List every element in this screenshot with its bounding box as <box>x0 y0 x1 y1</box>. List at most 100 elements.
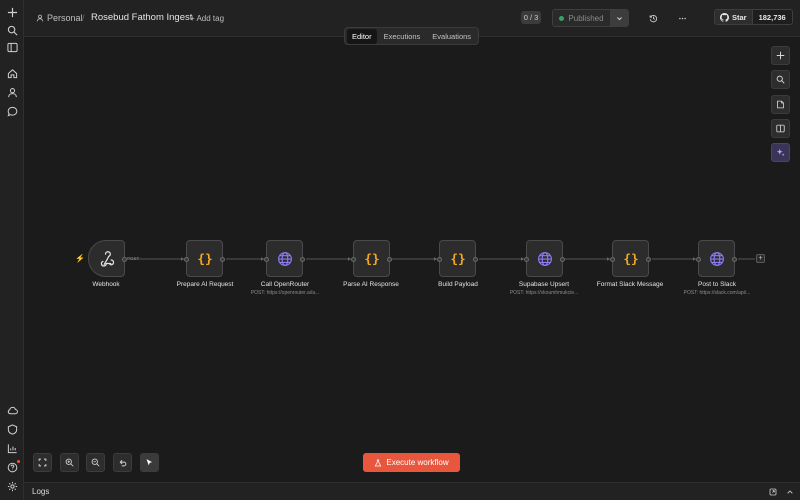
node-format-slack-message[interactable]: {} <box>610 240 651 277</box>
output-port[interactable] <box>387 257 392 262</box>
input-port[interactable] <box>351 257 356 262</box>
node-webhook[interactable] <box>88 240 127 277</box>
undo-icon <box>119 459 127 467</box>
templates-icon[interactable] <box>3 420 21 438</box>
publish-dropdown-button[interactable] <box>610 10 628 26</box>
node-call-openrouter[interactable] <box>264 240 305 277</box>
breadcrumb-project[interactable]: Personal <box>36 12 83 24</box>
sidebar-panel-icon <box>776 124 785 133</box>
sparkle-icon <box>776 148 785 157</box>
zoom-out-icon <box>91 458 100 467</box>
svg-text:{}: {} <box>450 252 465 267</box>
popout-icon <box>769 488 776 495</box>
node-parse-ai-response[interactable]: {} <box>351 240 392 277</box>
globe-icon <box>537 251 552 266</box>
input-port[interactable] <box>184 257 189 262</box>
settings-icon[interactable] <box>3 477 21 495</box>
logs-expand-button[interactable] <box>784 486 795 497</box>
cloud-icon[interactable] <box>3 401 21 419</box>
note-icon <box>777 100 784 109</box>
flask-icon <box>375 459 382 466</box>
zoom-in-button[interactable] <box>60 453 79 472</box>
help-icon[interactable] <box>3 458 21 476</box>
output-port[interactable] <box>646 257 651 262</box>
svg-text:{}: {} <box>364 252 379 267</box>
node-subtitle: POST: https://openrouter.ai/a... <box>250 290 320 296</box>
add-icon[interactable] <box>3 3 21 21</box>
fit-view-button[interactable] <box>33 453 52 472</box>
more-options-button[interactable] <box>675 11 689 25</box>
left-sidebar <box>0 0 24 500</box>
breadcrumb-separator: / <box>82 13 85 23</box>
home-icon[interactable] <box>3 64 21 82</box>
node-label: Call OpenRouter <box>260 281 310 288</box>
chevron-down-icon <box>616 16 622 20</box>
user-icon <box>36 14 44 22</box>
node-label: Post to Slack <box>698 281 736 288</box>
execute-workflow-button[interactable]: Execute workflow <box>363 453 460 472</box>
zoom-in-icon <box>65 458 74 467</box>
zoom-out-button[interactable] <box>86 453 105 472</box>
toggle-panel-button[interactable] <box>771 119 790 138</box>
output-port[interactable] <box>560 257 565 262</box>
input-port[interactable] <box>264 257 269 262</box>
output-port[interactable] <box>220 257 225 262</box>
history-button[interactable] <box>646 11 660 25</box>
node-subtitle: POST: https://slack.com/api/... <box>683 290 751 296</box>
logs-popout-button[interactable] <box>767 486 778 497</box>
publish-button[interactable]: Published <box>553 10 610 26</box>
github-star-button[interactable]: Star 182,736 <box>714 9 793 25</box>
select-mode-button[interactable] <box>140 453 159 472</box>
chevron-up-icon <box>786 489 793 494</box>
version-counter: 0 / 3 <box>521 11 541 24</box>
search-icon <box>776 75 785 84</box>
node-build-payload[interactable]: {} <box>437 240 478 277</box>
input-port[interactable] <box>524 257 529 262</box>
output-port[interactable] <box>732 257 737 262</box>
output-port[interactable] <box>300 257 305 262</box>
search-icon[interactable] <box>3 21 21 39</box>
panel-toggle-icon[interactable] <box>3 38 21 56</box>
svg-text:{}: {} <box>623 252 638 267</box>
sticky-note-button[interactable] <box>771 95 790 114</box>
github-icon <box>720 12 729 22</box>
more-horizontal-icon <box>678 17 686 19</box>
notification-dot <box>17 460 20 463</box>
plus-icon <box>776 51 785 60</box>
cursor-icon <box>146 459 153 466</box>
workflow-canvas[interactable] <box>24 37 800 482</box>
history-icon <box>649 14 657 22</box>
output-port[interactable] <box>473 257 478 262</box>
add-node-button[interactable]: + <box>756 254 765 263</box>
input-port[interactable] <box>696 257 701 262</box>
search-nodes-button[interactable] <box>771 70 790 89</box>
workflow-name[interactable]: Rosebud Fathom Ingest <box>91 12 192 24</box>
output-port[interactable] <box>122 257 127 262</box>
globe-icon <box>277 251 292 266</box>
add-tag-button[interactable]: + Add tag <box>190 13 224 25</box>
logs-title: Logs <box>32 487 50 496</box>
input-port[interactable] <box>610 257 615 262</box>
status-dot <box>559 15 565 21</box>
github-star-count: 182,736 <box>751 10 792 24</box>
svg-text:{}: {} <box>197 252 212 267</box>
code-braces-icon: {} <box>623 252 638 267</box>
insights-icon[interactable] <box>3 439 21 457</box>
input-port[interactable] <box>437 257 442 262</box>
chat-icon[interactable] <box>3 102 21 120</box>
undo-button[interactable] <box>113 453 132 472</box>
node-prepare-ai-request[interactable]: {} <box>184 240 225 277</box>
trigger-bolt-icon: ⚡ <box>75 254 85 263</box>
webhook-method-label: POST <box>127 256 140 261</box>
logs-panel-bar[interactable]: Logs <box>24 482 800 500</box>
project-name: Personal <box>47 13 83 23</box>
user-icon[interactable] <box>3 83 21 101</box>
node-label: Format Slack Message <box>596 281 664 288</box>
node-post-to-slack[interactable] <box>696 240 737 277</box>
ai-assistant-button[interactable] <box>771 143 790 162</box>
add-node-panel-button[interactable] <box>771 46 790 65</box>
node-supabase-upsert[interactable] <box>524 240 565 277</box>
publish-control: Published <box>552 9 629 27</box>
node-label: Parse AI Response <box>343 281 399 288</box>
publish-label: Published <box>568 13 604 23</box>
